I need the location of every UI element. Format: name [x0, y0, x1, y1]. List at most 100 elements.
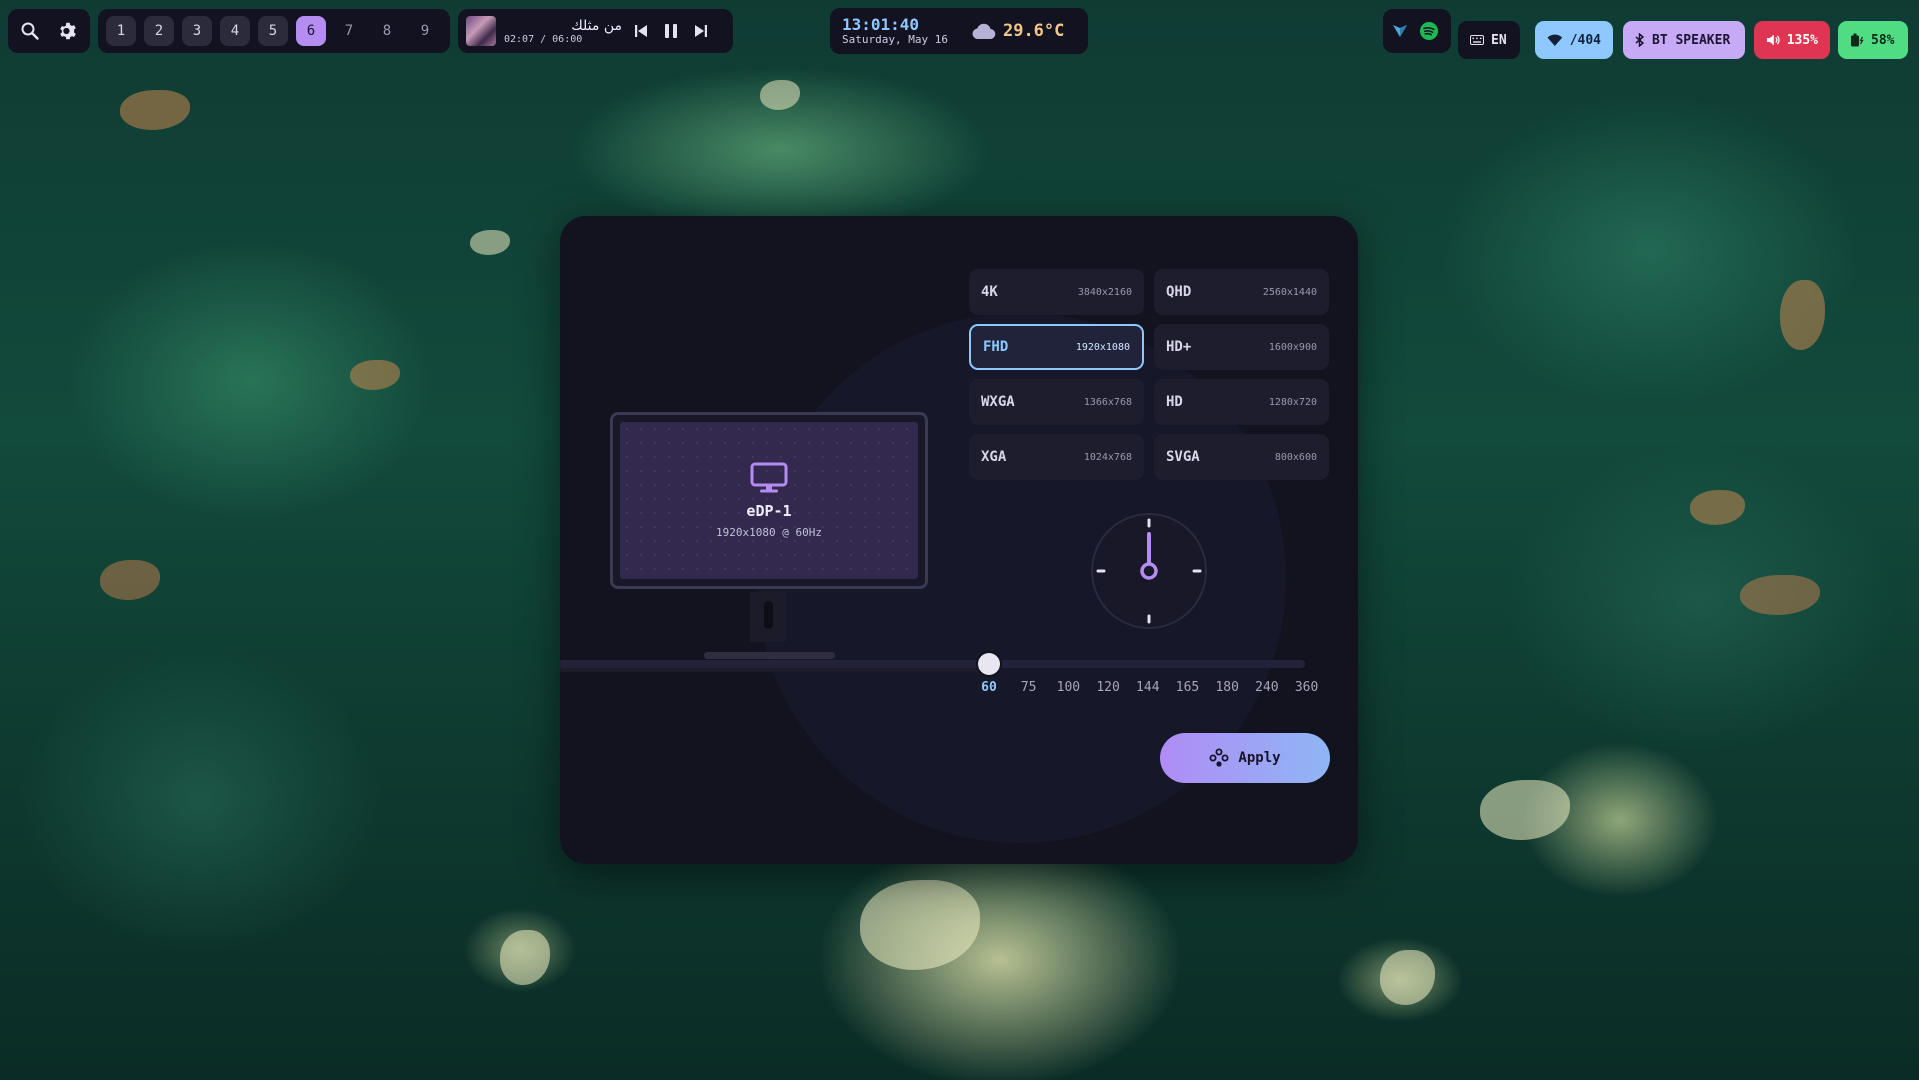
- workspace-4[interactable]: 4: [220, 16, 250, 46]
- resolution-name: FHD: [983, 339, 1009, 355]
- clock-weather-pill: 13:01:40 Saturday, May 16 29.6°C: [830, 8, 1088, 54]
- workspace-6[interactable]: 6: [296, 16, 326, 46]
- refresh-rate-144[interactable]: 144: [1136, 680, 1159, 695]
- spotify-icon[interactable]: [1419, 21, 1439, 41]
- resolution-option-hd[interactable]: HD 1280x720: [1154, 379, 1329, 425]
- skip-previous-icon: [635, 25, 647, 37]
- apply-icon: [1209, 748, 1229, 767]
- wifi-status[interactable]: /404: [1535, 21, 1613, 59]
- refresh-rate-60[interactable]: 60: [981, 680, 997, 695]
- skip-next-icon: [695, 25, 707, 37]
- refresh-rate-gauge: [1091, 513, 1207, 629]
- search-button[interactable]: [13, 14, 47, 48]
- wallpaper-blob: [1380, 950, 1435, 1005]
- wifi-icon: [1547, 34, 1563, 46]
- clock-date: Saturday, May 16: [842, 33, 948, 46]
- gear-icon: [60, 22, 76, 40]
- resolution-name: HD: [1166, 394, 1183, 410]
- wallpaper-blob: [470, 230, 510, 255]
- launcher-pill: [8, 9, 90, 53]
- wallpaper-blob: [350, 360, 400, 390]
- vpn-shield-icon[interactable]: [1391, 22, 1409, 40]
- volume-icon: [1766, 34, 1780, 46]
- resolution-name: SVGA: [1166, 449, 1200, 465]
- resolution-option-svga[interactable]: SVGA 800x600: [1154, 434, 1329, 480]
- workspace-1[interactable]: 1: [106, 16, 136, 46]
- resolution-name: 4K: [981, 284, 998, 300]
- refresh-rate-165[interactable]: 165: [1176, 680, 1199, 695]
- workspace-7[interactable]: 7: [334, 16, 364, 46]
- workspaces-pill: 123456789: [98, 9, 450, 53]
- workspace-5[interactable]: 5: [258, 16, 288, 46]
- refresh-rate-slider-thumb[interactable]: [978, 653, 1000, 675]
- resolution-option-fhd[interactable]: FHD 1920x1080: [969, 324, 1144, 370]
- wallpaper-blob: [1690, 490, 1745, 525]
- resolution-dimensions: 800x600: [1274, 451, 1317, 463]
- media-title: من مثلك: [571, 17, 622, 34]
- pause-icon: [665, 24, 677, 38]
- keyboard-layout-label: EN: [1491, 32, 1507, 48]
- resolution-option-qhd[interactable]: QHD 2560x1440: [1154, 269, 1329, 315]
- resolution-name: XGA: [981, 449, 1007, 465]
- keyboard-layout[interactable]: EN: [1458, 21, 1520, 59]
- resolution-dimensions: 1366x768: [1083, 396, 1132, 408]
- search-icon: [21, 22, 39, 40]
- battery-status[interactable]: 58%: [1838, 21, 1908, 59]
- tray-pill: [1383, 9, 1451, 53]
- wallpaper-blob: [100, 560, 160, 600]
- volume-status[interactable]: 135%: [1754, 21, 1830, 59]
- media-player: من مثلك 02:07 / 06:00: [458, 9, 733, 53]
- refresh-rate-75[interactable]: 75: [1021, 680, 1037, 695]
- resolution-dimensions: 1024x768: [1083, 451, 1132, 463]
- display-name: eDP-1: [746, 502, 792, 520]
- settings-button[interactable]: [51, 14, 85, 48]
- resolution-dimensions: 1600x900: [1268, 341, 1317, 353]
- resolution-option-4k[interactable]: 4K 3840x2160: [969, 269, 1144, 315]
- display-settings-dialog: eDP-1 1920x1080 @ 60Hz 4K 3840x2160 QHD 256…: [560, 216, 1358, 864]
- top-bar: 123456789 من مثلك 02:07 / 06:00 13:01:40…: [0, 0, 1919, 62]
- status-pill: EN /404 BT SPEAKER 135% 58%: [1458, 9, 1912, 59]
- refresh-rate-track[interactable]: [560, 660, 1305, 668]
- resolution-option-wxga[interactable]: WXGA 1366x768: [969, 379, 1144, 425]
- resolution-dimensions: 3840x2160: [1077, 286, 1132, 298]
- refresh-rate-120[interactable]: 120: [1096, 680, 1119, 695]
- monitor-icon: [750, 462, 788, 493]
- workspace-2[interactable]: 2: [144, 16, 174, 46]
- media-time: 02:07 / 06:00: [504, 33, 583, 45]
- resolution-option-xga[interactable]: XGA 1024x768: [969, 434, 1144, 480]
- weather-temp: 29.6°C: [1002, 21, 1065, 41]
- wallpaper-blob: [120, 90, 190, 130]
- bluetooth-status[interactable]: BT SPEAKER: [1623, 21, 1745, 59]
- next-button[interactable]: [686, 14, 716, 48]
- apply-button[interactable]: Apply: [1160, 733, 1330, 783]
- wallpaper-blob: [1740, 575, 1820, 615]
- display-mode: 1920x1080 @ 60Hz: [716, 526, 822, 539]
- refresh-rate-180[interactable]: 180: [1215, 680, 1238, 695]
- album-art: [466, 16, 496, 46]
- apply-label: Apply: [1238, 750, 1281, 766]
- resolution-option-hd-plus[interactable]: HD+ 1600x900: [1154, 324, 1329, 370]
- battery-label: 58%: [1871, 32, 1895, 48]
- workspace-9[interactable]: 9: [410, 16, 440, 46]
- bluetooth-label: BT SPEAKER: [1652, 32, 1731, 48]
- wallpaper-blob: [1780, 280, 1825, 350]
- wallpaper-blob: [860, 880, 980, 970]
- cloud-icon: [972, 23, 996, 40]
- keyboard-icon: [1470, 35, 1484, 45]
- resolution-dimensions: 1920x1080: [1075, 341, 1130, 353]
- bluetooth-icon: [1635, 33, 1645, 47]
- workspace-3[interactable]: 3: [182, 16, 212, 46]
- monitor-screen: eDP-1 1920x1080 @ 60Hz: [620, 422, 918, 579]
- monitor-stand: [750, 592, 786, 642]
- refresh-rate-100[interactable]: 100: [1057, 680, 1080, 695]
- refresh-rate-240[interactable]: 240: [1255, 680, 1278, 695]
- previous-button[interactable]: [626, 14, 656, 48]
- volume-label: 135%: [1786, 32, 1818, 48]
- resolution-name: HD+: [1166, 339, 1192, 355]
- wallpaper-blob: [1480, 780, 1570, 840]
- resolution-name: WXGA: [981, 394, 1015, 410]
- workspace-8[interactable]: 8: [372, 16, 402, 46]
- refresh-rate-360[interactable]: 360: [1295, 680, 1318, 695]
- pause-button[interactable]: [656, 14, 686, 48]
- monitor-stand-base: [704, 652, 835, 659]
